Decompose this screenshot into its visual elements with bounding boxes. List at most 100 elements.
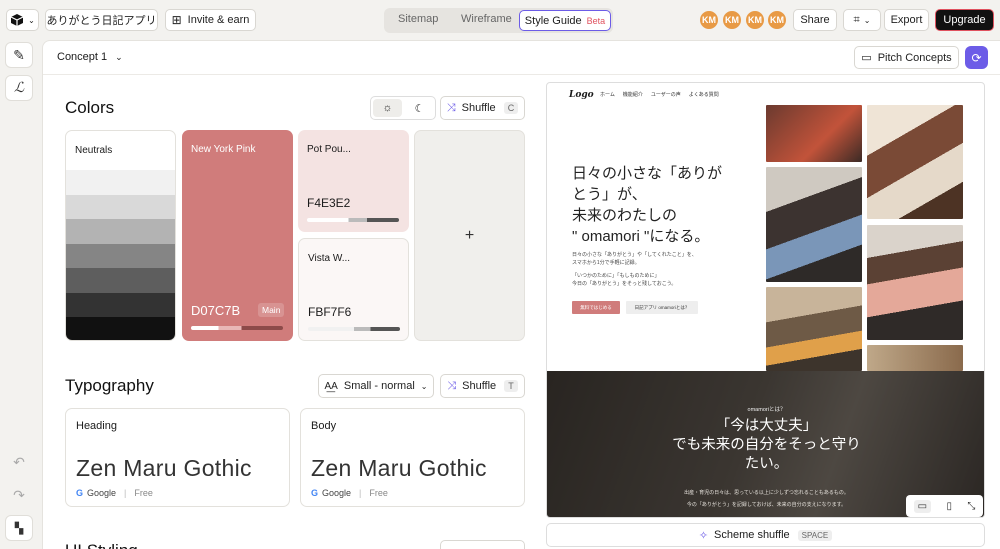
pitch-concepts-label: Pitch Concepts xyxy=(877,51,952,64)
neutral-shade[interactable] xyxy=(66,268,175,293)
refresh-icon: ⟳ xyxy=(971,50,982,65)
main-color-swatch[interactable]: New York Pink D07C7B Main xyxy=(182,130,293,341)
mobile-icon[interactable]: ▯ xyxy=(946,501,952,512)
hero-line: 日々の小さな「ありが xyxy=(572,165,723,182)
upgrade-button[interactable]: Upgrade xyxy=(935,9,994,31)
magic-wand-icon: ✎ xyxy=(13,46,25,63)
add-color-button[interactable]: + xyxy=(414,130,525,341)
license-label: Free xyxy=(369,488,388,498)
code-icon: ⌗ xyxy=(853,13,860,26)
secondary-color-swatch[interactable]: Pot Pou... F4E3E2 xyxy=(298,130,409,232)
colors-heading: Colors xyxy=(65,98,115,117)
tab-sitemap[interactable]: Sitemap xyxy=(398,13,438,25)
photo-cafe xyxy=(766,287,862,371)
tab-style-guide-label: Style Guide xyxy=(524,14,582,27)
shade-slider[interactable] xyxy=(307,218,399,222)
neutrals-label: Neutrals xyxy=(75,145,113,156)
tab-style-guide[interactable]: Style Guide Beta xyxy=(519,10,611,31)
magic-wand-button[interactable]: ✎ xyxy=(5,42,33,68)
view-tabs: Sitemap Wireframe Style Guide Beta xyxy=(384,8,613,33)
ui-styling-shuffle-button[interactable] xyxy=(440,540,525,549)
presentation-icon: ▭ xyxy=(861,52,872,64)
secondary-color-hex: F4E3E2 xyxy=(307,196,351,210)
cube-logo-icon xyxy=(10,14,24,26)
main-badge: Main xyxy=(258,303,285,317)
hero-sub-line: 日々の小さな「ありがとう」や「してくれたこと」を、 xyxy=(572,252,697,258)
google-icon: G xyxy=(311,488,319,498)
device-switcher: ▭ ▯ ⤡ xyxy=(906,495,983,517)
concept-select[interactable]: Concept 1 ⌄ xyxy=(57,51,123,63)
photo-group-talking xyxy=(766,167,862,282)
tab-wireframe[interactable]: Wireframe xyxy=(461,13,512,25)
undo-icon: ↶ xyxy=(13,453,25,470)
nav-item[interactable]: 機能紹介 xyxy=(623,91,643,98)
type-scale-select[interactable]: A͟A Small - normal ⌄ xyxy=(318,374,434,398)
project-name-button[interactable]: ありがとう日記アプリ xyxy=(45,9,158,31)
neutral-shade[interactable] xyxy=(66,243,175,268)
share-button[interactable]: Share xyxy=(793,9,837,31)
body-font-card[interactable]: Body Zen Maru Gothic G Google | Free xyxy=(300,408,525,507)
app-menu-button[interactable]: ⌄ xyxy=(6,9,39,31)
shuffle-icon: ⤨ xyxy=(446,101,456,114)
expand-icon[interactable]: ⤡ xyxy=(967,501,975,512)
neutral-shade[interactable] xyxy=(66,292,175,317)
typography-button[interactable]: ℒ xyxy=(5,75,33,101)
divider xyxy=(43,74,1000,75)
redo-icon: ↷ xyxy=(13,486,25,503)
nav-item[interactable]: ユーザーの声 xyxy=(651,91,681,98)
components-button[interactable]: ▚ xyxy=(5,515,33,541)
invite-label: Invite & earn xyxy=(187,14,250,26)
export-button[interactable]: Export xyxy=(884,9,929,31)
colors-shuffle-button[interactable]: ⤨ Shuffle C xyxy=(440,96,525,120)
neutral-shade[interactable] xyxy=(66,317,175,340)
tertiary-color-name: Vista W... xyxy=(308,253,351,264)
gift-icon: ⊞ xyxy=(171,13,182,27)
shade-slider[interactable] xyxy=(308,327,400,331)
pitch-concepts-button[interactable]: ▭ Pitch Concepts xyxy=(854,46,959,69)
invite-earn-button[interactable]: ⊞ Invite & earn xyxy=(165,9,256,31)
regenerate-button[interactable]: ⟳ xyxy=(965,46,988,69)
cta-secondary-button[interactable]: 日記アプリ omamoriとは？ xyxy=(626,301,698,314)
neutral-shade[interactable] xyxy=(66,219,175,244)
scheme-shuffle-button[interactable]: ✧ Scheme shuffle SPACE xyxy=(546,523,985,547)
light-mode-button[interactable]: ☼ xyxy=(373,99,402,117)
nav-item[interactable]: よくある質問 xyxy=(689,91,719,98)
moon-icon: ☾ xyxy=(414,102,425,115)
theme-toggle: ☼ ☾ xyxy=(370,96,436,120)
shuffle-label: Shuffle xyxy=(462,380,497,392)
hero-line: 未来のわたしの xyxy=(572,207,678,224)
avatar[interactable]: KM xyxy=(745,10,765,30)
dev-mode-button[interactable]: ⌗ ⌄ xyxy=(843,9,881,31)
dark-mode-button[interactable]: ☾ xyxy=(405,99,434,117)
tertiary-color-swatch[interactable]: Vista W... FBF7F6 xyxy=(298,238,409,341)
undo-button[interactable]: ↶ xyxy=(5,449,33,475)
typography-shuffle-button[interactable]: ⤨ Shuffle T xyxy=(440,374,525,398)
shortcut-key: SPACE xyxy=(797,529,833,541)
typography-heading: Typography xyxy=(65,376,154,395)
heading-font-card[interactable]: Heading Zen Maru Gothic G Google | Free xyxy=(65,408,290,507)
beta-badge: Beta xyxy=(586,15,606,26)
body-label: Body xyxy=(311,420,337,432)
shuffle-label: Shuffle xyxy=(461,102,496,114)
shortcut-key: T xyxy=(504,380,518,392)
cta-primary-button[interactable]: 無料ではじめる xyxy=(572,301,620,314)
neutrals-swatch[interactable]: Neutrals xyxy=(65,130,176,341)
desktop-icon[interactable]: ▭ xyxy=(913,499,932,513)
hero-line: とう」が、 xyxy=(572,186,647,203)
neutral-shade[interactable] xyxy=(66,194,175,219)
heading-label: Heading xyxy=(76,420,117,432)
chevron-down-icon: ⌄ xyxy=(863,15,871,25)
avatar[interactable]: KM xyxy=(722,10,742,30)
avatar[interactable]: KM xyxy=(767,10,787,30)
google-icon: G xyxy=(76,488,84,498)
hero-line: " omamori "になる。 xyxy=(572,228,710,245)
ui-styling-heading: UI Styling xyxy=(65,541,138,549)
photo-laptop xyxy=(766,105,862,162)
redo-button[interactable]: ↷ xyxy=(5,482,33,508)
neutral-shade[interactable] xyxy=(66,170,175,195)
nav-item[interactable]: ホーム xyxy=(600,91,615,98)
top-bar: ⌄ ありがとう日記アプリ ⊞ Invite & earn Sitemap Wir… xyxy=(0,0,1000,40)
shade-slider[interactable] xyxy=(191,326,283,330)
avatar[interactable]: KM xyxy=(699,10,719,30)
source-label: Google xyxy=(322,488,352,498)
